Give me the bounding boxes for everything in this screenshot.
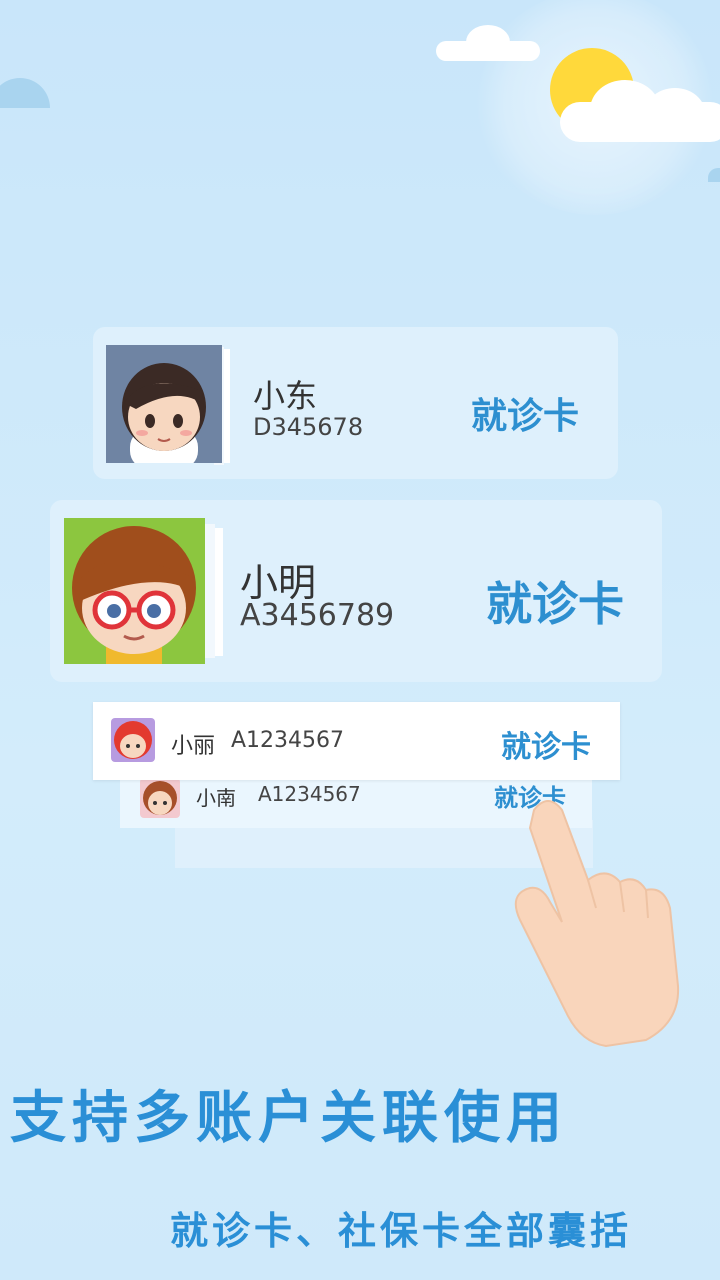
cloud-icon	[708, 168, 720, 182]
account-card[interactable]: 小明 A3456789 就诊卡	[50, 500, 662, 682]
account-card[interactable]: 小东 D345678 就诊卡	[93, 327, 618, 479]
account-name: 小东	[253, 377, 318, 415]
cloud-icon	[0, 78, 50, 108]
card-label: 就诊卡	[486, 577, 624, 631]
cloud-icon	[560, 80, 720, 142]
account-name: 小丽	[171, 734, 216, 759]
card-label: 就诊卡	[471, 396, 580, 437]
subline: 就诊卡、社保卡全部囊括	[170, 1209, 633, 1253]
avatar	[111, 718, 155, 762]
account-card[interactable]: 小丽 A1234567 就诊卡	[93, 702, 620, 780]
headline: 支持多账户关联使用	[10, 1086, 568, 1151]
card-label: 就诊卡	[501, 730, 591, 765]
account-name: 小南	[196, 786, 236, 810]
avatar	[106, 345, 222, 463]
account-id: D345678	[253, 413, 364, 441]
card-stack	[205, 524, 215, 658]
cloud-icon	[436, 25, 540, 61]
avatar	[64, 518, 205, 664]
avatar	[140, 778, 180, 818]
hand-pointer-icon	[496, 790, 686, 1050]
account-id: A1234567	[258, 782, 361, 806]
account-id: A3456789	[240, 598, 395, 633]
account-id: A1234567	[231, 728, 345, 753]
